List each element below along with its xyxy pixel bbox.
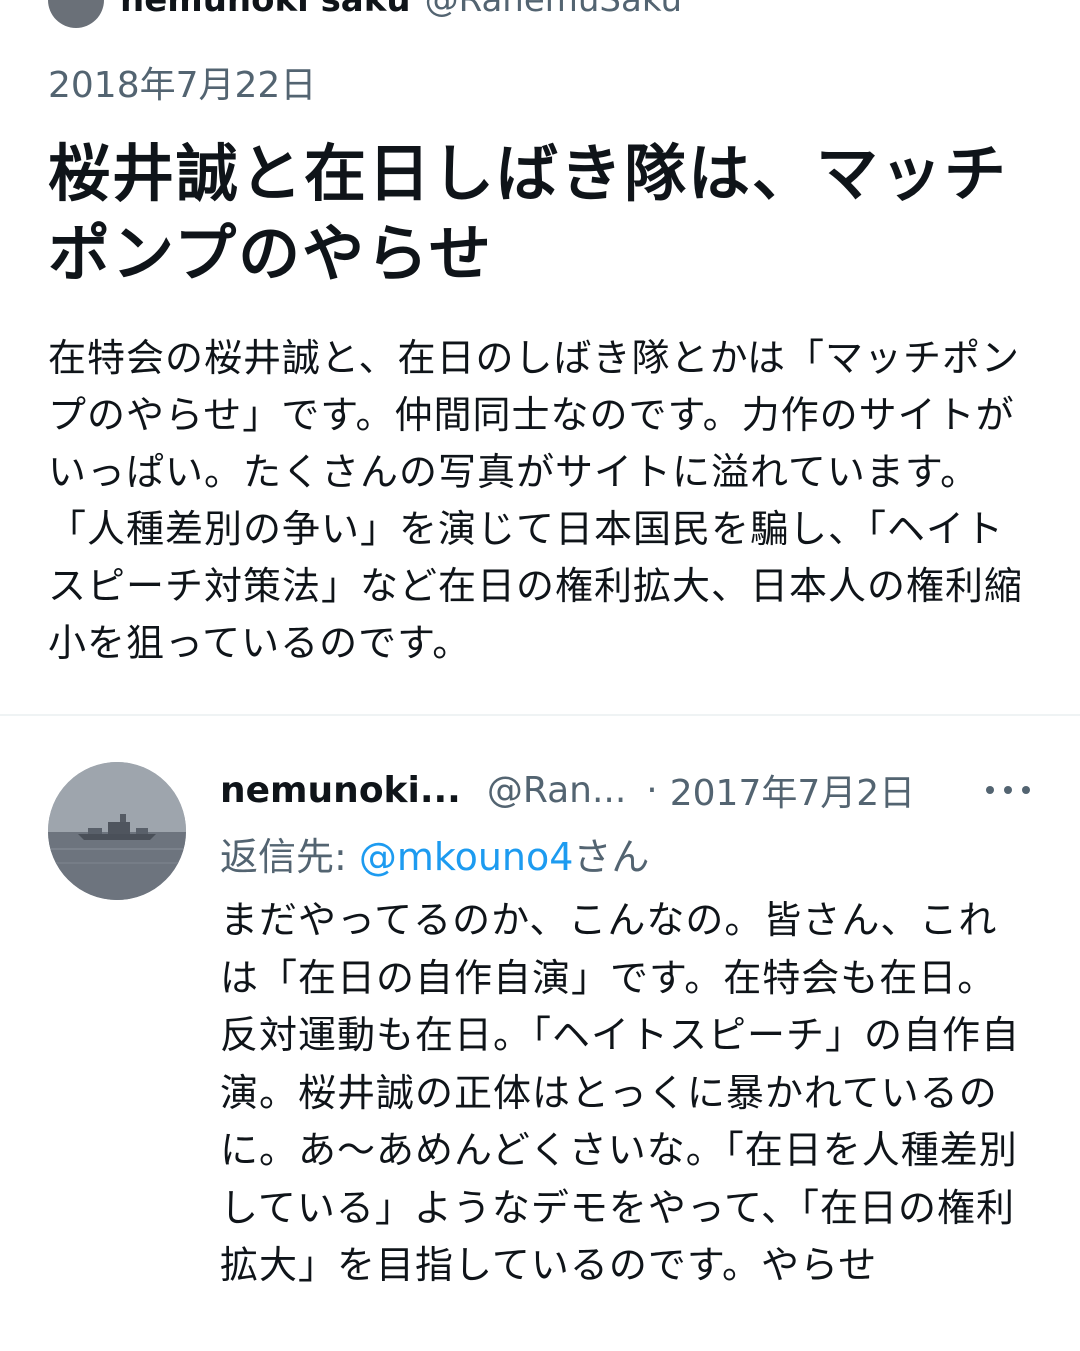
ship-photo-icon xyxy=(48,762,186,900)
avatar[interactable] xyxy=(48,0,104,28)
reply-to-line: 返信先: @mkouno4さん xyxy=(220,828,1030,886)
author-name[interactable]: nemunoki saku xyxy=(120,0,411,20)
article-body: 在特会の桜井誠と、在日のしばき隊とかは「マッチポンプのやらせ」です。仲間同士なの… xyxy=(48,336,1024,665)
previous-tweet-header: nemunoki saku @RanemuSaku xyxy=(48,0,682,28)
author-name[interactable]: nemunoki... xyxy=(220,770,461,811)
article-title: 桜井誠と在日しばき隊は、マッチポンプのやらせ xyxy=(48,137,1009,290)
tweet-date[interactable]: 2017年7月2日 xyxy=(670,764,915,816)
reply-mention-link[interactable]: @mkouno4 xyxy=(359,835,574,879)
more-horizontal-icon[interactable] xyxy=(986,770,1030,810)
article-date: 2018年7月22日 xyxy=(48,65,317,106)
reply-to-label: 返信先: xyxy=(220,835,347,879)
tweet-content: nemunoki... @Ran... · 2017年7月2日 返信先: @mk… xyxy=(220,760,1030,1295)
tweet-header: nemunoki... @Ran... · 2017年7月2日 xyxy=(220,760,1030,820)
separator-dot: · xyxy=(646,769,658,811)
tweet-text: まだやってるのか、こんなの。皆さん、これは「在日の自作自演」です。在特会も在日。… xyxy=(220,898,1021,1287)
divider xyxy=(0,714,1080,716)
reply-suffix: さん xyxy=(573,835,650,879)
article-card[interactable]: 2018年7月22日 桜井誠と在日しばき隊は、マッチポンプのやらせ 在特会の桜井… xyxy=(48,60,1038,672)
avatar[interactable] xyxy=(48,762,186,900)
author-handle[interactable]: @RanemuSaku xyxy=(425,0,682,20)
author-handle[interactable]: @Ran... xyxy=(487,770,626,811)
